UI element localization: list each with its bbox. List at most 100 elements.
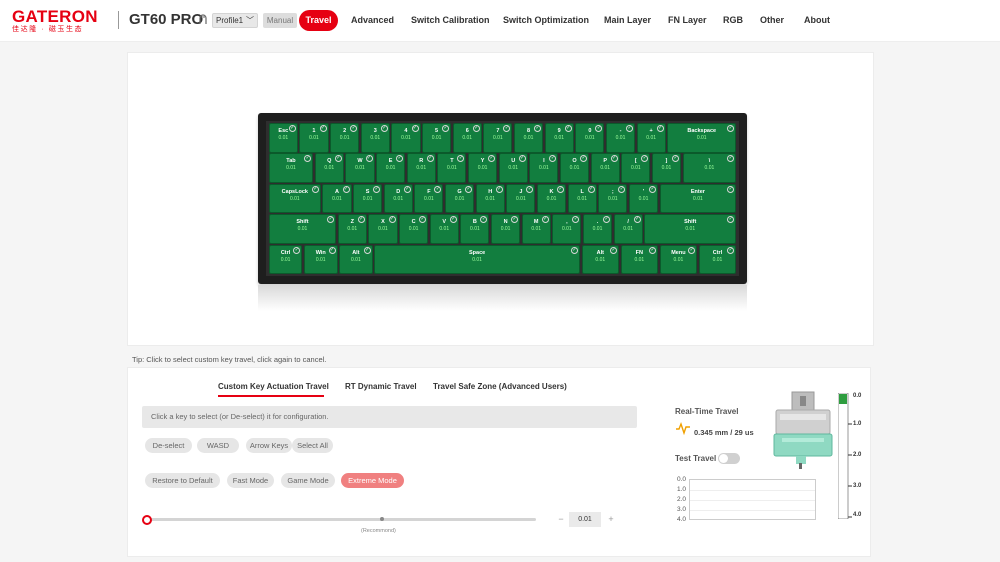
deselect-button[interactable]: De-select: [145, 438, 192, 453]
key-alt[interactable]: Alt 0.01 ✓: [339, 244, 373, 275]
key-y[interactable]: Y 0.01 ✓: [467, 153, 498, 183]
key-7[interactable]: 7 0.01 ✓: [483, 123, 513, 153]
device-connection-icon[interactable]: [197, 13, 209, 25]
arrow-keys-button[interactable]: Arrow Keys: [246, 438, 292, 453]
check-circle-icon: ✓: [727, 185, 735, 193]
increment-button[interactable]: +: [605, 512, 617, 527]
key-travel-value: 0.01: [539, 165, 549, 172]
key-4[interactable]: 4 0.01 ✓: [391, 123, 421, 153]
key-m[interactable]: M 0.01 ✓: [521, 214, 551, 244]
toggle-knob: [719, 454, 728, 463]
nav-advanced[interactable]: Advanced: [351, 10, 394, 31]
fast-mode-button[interactable]: Fast Mode: [227, 473, 274, 488]
key-alt[interactable]: Alt 0.01 ✓: [581, 244, 620, 275]
key-s[interactable]: S 0.01 ✓: [353, 183, 383, 214]
key-e[interactable]: E 0.01 ✓: [376, 153, 406, 183]
key-j[interactable]: J 0.01 ✓: [506, 183, 536, 214]
key-t[interactable]: T 0.01 ✓: [437, 153, 467, 183]
key-travel-value: 0.01: [595, 256, 606, 263]
extreme-mode-button[interactable]: Extreme Mode: [341, 473, 404, 488]
wasd-button[interactable]: WASD: [197, 438, 239, 453]
ruler-label: 2.0: [853, 452, 862, 458]
key-backspace[interactable]: Backspace 0.01 ✓: [667, 123, 737, 153]
check-circle-icon: ✓: [357, 216, 365, 224]
tip-text: Tip: Click to select custom key travel, …: [132, 355, 327, 364]
key-6[interactable]: 6 0.01 ✓: [452, 123, 482, 153]
key-0[interactable]: 0 0.01 ✓: [575, 123, 605, 153]
key-b[interactable]: B 0.01 ✓: [460, 214, 490, 244]
key-i[interactable]: I 0.01 ✓: [529, 153, 559, 183]
key-1[interactable]: 1 0.01 ✓: [299, 123, 329, 153]
key-d[interactable]: D 0.01 ✓: [383, 183, 413, 214]
key-2[interactable]: 2 0.01 ✓: [330, 123, 360, 153]
key-x[interactable]: X 0.01 ✓: [368, 214, 398, 244]
key-5[interactable]: 5 0.01 ✓: [422, 123, 452, 153]
key-shift[interactable]: Shift 0.01 ✓: [268, 214, 337, 244]
key-ctrl[interactable]: Ctrl 0.01 ✓: [698, 244, 737, 275]
key-capslock[interactable]: CapsLock 0.01 ✓: [268, 183, 321, 214]
key-enter[interactable]: Enter 0.01 ✓: [659, 183, 737, 214]
tab-custom-key-actuation-travel[interactable]: Custom Key Actuation Travel: [218, 382, 329, 391]
nav-main-layer[interactable]: Main Layer: [604, 10, 651, 31]
key-shift[interactable]: Shift 0.01 ✓: [644, 214, 737, 244]
select-all-button[interactable]: Select All: [292, 438, 333, 453]
key-a[interactable]: A 0.01 ✓: [322, 183, 352, 214]
key-l[interactable]: L 0.01 ✓: [567, 183, 597, 214]
decrement-button[interactable]: −: [555, 512, 567, 527]
key-w[interactable]: W 0.01 ✓: [345, 153, 375, 183]
key-f[interactable]: F 0.01 ✓: [414, 183, 444, 214]
travel-value-input[interactable]: 0.01: [569, 512, 601, 527]
key-q[interactable]: Q 0.01 ✓: [314, 153, 344, 183]
test-travel-toggle[interactable]: [718, 453, 740, 464]
key-3[interactable]: 3 0.01 ✓: [360, 123, 390, 153]
key-o[interactable]: O 0.01 ✓: [559, 153, 590, 183]
key-[interactable]: [0.01 ✓: [621, 153, 651, 183]
key-[interactable]: \ 0.01 ✓: [682, 153, 737, 183]
key-[interactable]: . 0.01 ✓: [582, 214, 613, 244]
game-mode-button[interactable]: Game Mode: [281, 473, 335, 488]
check-circle-icon: ✓: [495, 185, 503, 193]
key-fn[interactable]: FN 0.01 ✓: [620, 244, 659, 275]
key-travel-value: 0.01: [447, 165, 457, 172]
key-c[interactable]: C 0.01 ✓: [399, 214, 429, 244]
key-[interactable]: ; 0.01 ✓: [598, 183, 628, 214]
key-9[interactable]: 9 0.01 ✓: [544, 123, 574, 153]
nav-travel[interactable]: Travel: [299, 10, 338, 31]
key-k[interactable]: K 0.01 ✓: [536, 183, 567, 214]
key-8[interactable]: 8 0.01 ✓: [513, 123, 544, 153]
key-esc[interactable]: Esc 0.01 ✓: [268, 123, 298, 153]
travel-slider-track[interactable]: [148, 518, 536, 521]
travel-slider-handle[interactable]: [142, 515, 152, 525]
key-g[interactable]: G 0.01 ✓: [445, 183, 475, 214]
manual-button[interactable]: Manual: [263, 13, 297, 28]
key-[interactable]: , 0.01 ✓: [552, 214, 582, 244]
key-[interactable]: ] 0.01 ✓: [651, 153, 682, 183]
key-n[interactable]: N 0.01 ✓: [490, 214, 521, 244]
nav-fn-layer[interactable]: FN Layer: [668, 10, 707, 31]
nav-switch-optimization[interactable]: Switch Optimization: [503, 10, 589, 31]
nav-about[interactable]: About: [804, 10, 830, 31]
key-space[interactable]: Space 0.01 ✓: [374, 244, 580, 275]
key-ctrl[interactable]: Ctrl 0.01 ✓: [268, 244, 303, 275]
nav-other[interactable]: Other: [760, 10, 784, 31]
key-r[interactable]: R 0.01 ✓: [406, 153, 436, 183]
key-h[interactable]: H 0.01 ✓: [475, 183, 505, 214]
key-[interactable]: ' 0.01 ✓: [628, 183, 659, 214]
key-u[interactable]: U 0.01 ✓: [498, 153, 528, 183]
key-win[interactable]: Win 0.01 ✓: [303, 244, 338, 275]
key-[interactable]: +0.01 ✓: [636, 123, 666, 153]
restore-default-button[interactable]: Restore to Default: [145, 473, 220, 488]
key-[interactable]: -0.01 ✓: [605, 123, 636, 153]
nav-rgb[interactable]: RGB: [723, 10, 743, 31]
nav-switch-calibration[interactable]: Switch Calibration: [411, 10, 490, 31]
key-tab[interactable]: Tab 0.01 ✓: [268, 153, 314, 183]
key-z[interactable]: Z 0.01 ✓: [337, 214, 367, 244]
key-v[interactable]: V 0.01 ✓: [429, 214, 459, 244]
profile-select[interactable]: Profile1 ﹀: [212, 13, 258, 28]
key-p[interactable]: P 0.01 ✓: [590, 153, 620, 183]
key-menu[interactable]: Menu 0.01 ✓: [659, 244, 698, 275]
tab-rt-dynamic-travel[interactable]: RT Dynamic Travel: [345, 382, 417, 391]
key-[interactable]: /0.01 ✓: [613, 214, 643, 244]
tab-travel-safe-zone[interactable]: Travel Safe Zone (Advanced Users): [433, 382, 567, 391]
key-travel-value: 0.01: [630, 165, 641, 172]
